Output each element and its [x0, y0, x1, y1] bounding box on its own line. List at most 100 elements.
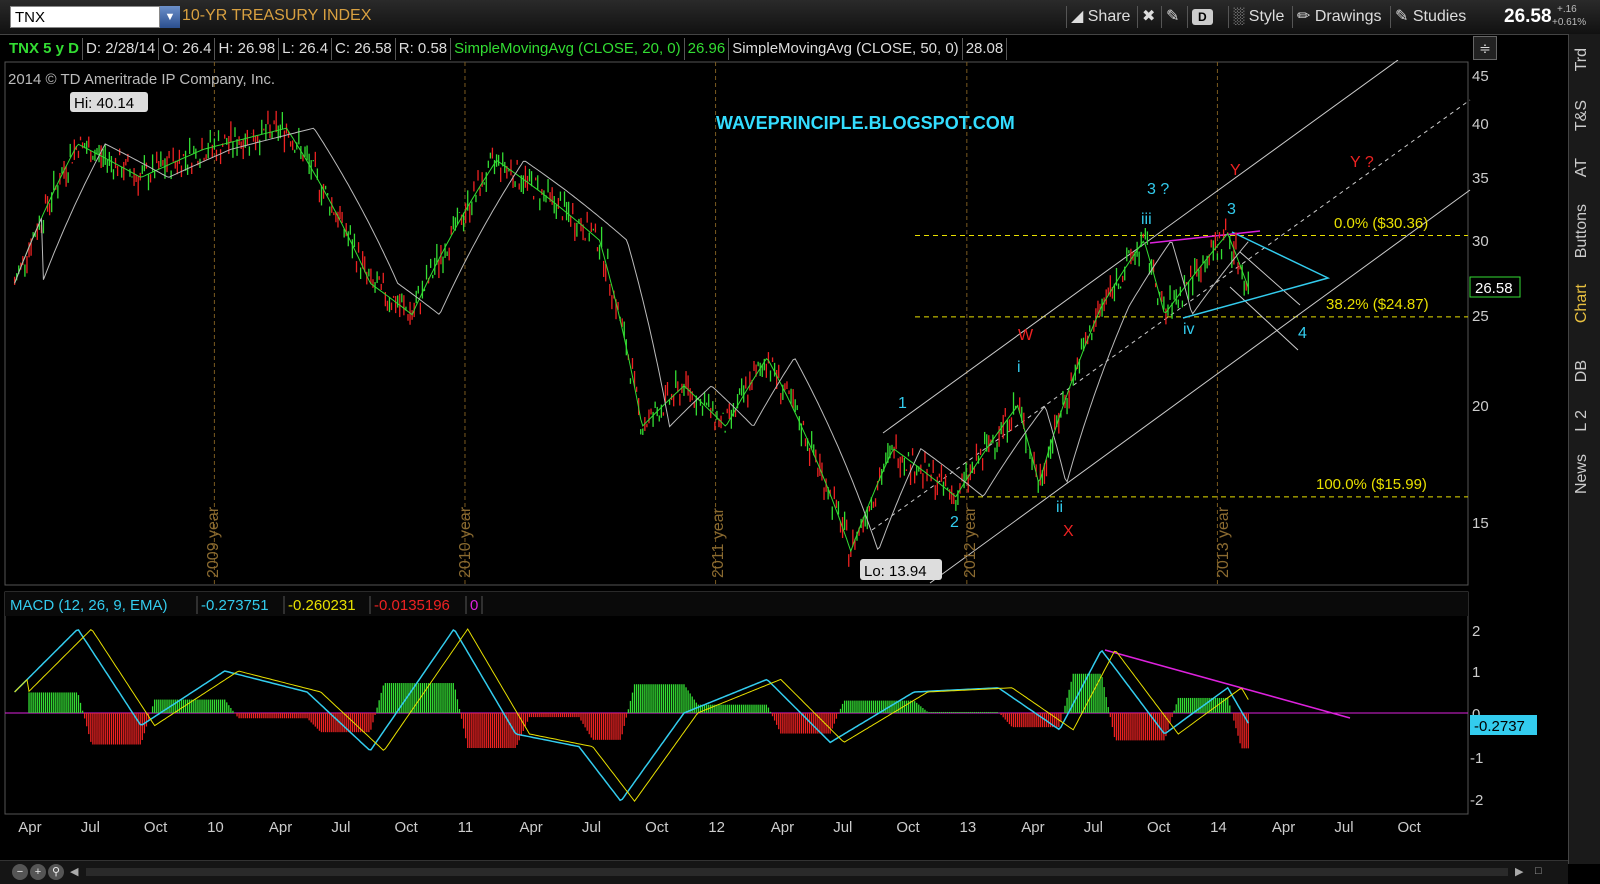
sma20-value: 26.96	[685, 38, 730, 60]
macd-current-tag: -0.2737	[1474, 718, 1525, 735]
wave-label: iv	[1183, 321, 1195, 338]
chart-canvas[interactable]: 45 40 35 30 25 20 15 26.58 2 1 0 -1 -2 -…	[0, 60, 1568, 860]
studies-button[interactable]: ✎ Studies	[1390, 6, 1470, 28]
zoom-out-button[interactable]: −	[12, 864, 28, 880]
drawings-button[interactable]: ✏ Drawings	[1292, 6, 1386, 28]
wrench-icon: ✎	[1166, 8, 1180, 25]
macd-header: MACD (12, 26, 9, EMA) -0.273751 -0.26023…	[10, 596, 483, 614]
time-tick: 10	[207, 819, 224, 836]
time-tick: 12	[708, 819, 725, 836]
macd-value-line	[14, 628, 1249, 802]
time-tick: Oct	[1398, 819, 1422, 836]
horizontal-scrollbar[interactable]	[86, 868, 1508, 876]
header-high: H: 26.98	[215, 38, 280, 60]
time-tick: Jul	[1334, 819, 1353, 836]
arrow-left-icon: ◀	[70, 866, 79, 878]
wave-label: Y ?	[1350, 154, 1374, 171]
price-tick: 35	[1472, 170, 1489, 187]
wave-label: X	[1063, 523, 1074, 540]
symbol-dropdown-button[interactable]: ▼	[160, 6, 180, 28]
expand-button[interactable]: □	[1535, 865, 1542, 877]
share-button[interactable]: ◢ Share	[1066, 6, 1134, 28]
header-open: O: 26.4	[159, 38, 216, 60]
price-tick: 15	[1472, 515, 1489, 532]
time-tick: Oct	[144, 819, 168, 836]
triangle-lines	[1182, 231, 1331, 319]
scroll-right-button[interactable]: ▶	[1515, 865, 1523, 878]
drawings-label: Drawings	[1314, 8, 1382, 25]
fib-label-100: 100.0% ($15.99)	[1316, 476, 1427, 493]
tab-chart[interactable]: Chart	[1573, 284, 1591, 323]
hi-label: Hi: 40.14	[74, 95, 134, 112]
macd-zero-value: 0	[470, 597, 478, 614]
fib-label-38: 38.2% ($24.87)	[1326, 296, 1429, 313]
chart-settings-button[interactable]: ≑	[1473, 36, 1497, 60]
header-low: L: 26.4	[279, 38, 333, 60]
tab-level2[interactable]: L 2	[1573, 410, 1591, 432]
year-labels: 2009 year 2010 year 2011 year 2012 year …	[205, 506, 1232, 578]
magnifier-icon: ⚲	[51, 866, 61, 878]
style-button[interactable]: ░ Style	[1228, 6, 1288, 28]
tab-active-trader[interactable]: AT	[1573, 158, 1591, 177]
time-tick: Apr	[771, 819, 794, 836]
wave-label: i	[1017, 359, 1021, 376]
channel-mid-line	[871, 99, 1471, 531]
sma50-label[interactable]: SimpleMovingAvg (CLOSE, 50, 0)	[729, 38, 963, 60]
style-label: Style	[1248, 8, 1285, 25]
sma20-label[interactable]: SimpleMovingAvg (CLOSE, 20, 0)	[451, 38, 685, 60]
zoom-in-button[interactable]: +	[30, 864, 46, 880]
percent-change: +0.61%	[1552, 17, 1587, 28]
index-name: 10-YR TREASURY INDEX	[182, 7, 372, 24]
tab-buttons[interactable]: Buttons	[1573, 204, 1591, 258]
price-axis: 45 40 35 30 25 20 15	[1472, 68, 1489, 532]
time-tick: 14	[1210, 819, 1227, 836]
macd-avg-line	[14, 628, 1249, 803]
time-tick: Jul	[81, 819, 100, 836]
chart-period[interactable]: TNX 5 y D	[6, 38, 84, 60]
triangle-pattern	[1149, 230, 1331, 319]
magnifier-button[interactable]: ⚲	[48, 864, 64, 880]
fibonacci-levels	[915, 234, 1468, 498]
macd-value: -0.273751	[201, 597, 269, 614]
time-axis: Apr Jul Oct 10 Apr Jul Oct 11 Apr Jul Oct 12 Apr Jul O…	[18, 819, 1421, 836]
wave-label: Y	[1230, 162, 1241, 179]
year-label-2011: 2011 year	[710, 507, 727, 578]
macd-tick: 1	[1472, 664, 1480, 681]
last-price: 26.58	[1504, 6, 1552, 27]
wave-label: 2	[950, 514, 959, 531]
fib-label-0: 0.0% ($30.36)	[1334, 215, 1428, 232]
toolbox-button[interactable]: ✖	[1137, 6, 1161, 28]
share-label: Share	[1087, 8, 1131, 25]
scroll-left-button[interactable]: ◀	[70, 865, 78, 878]
macd-tick: -2	[1470, 792, 1483, 809]
lo-label: Lo: 13.94	[864, 563, 927, 580]
price-bars	[13, 110, 1249, 567]
price-tick: 25	[1472, 308, 1489, 325]
tab-db[interactable]: DB	[1573, 360, 1591, 382]
net-change: +.16	[1557, 4, 1577, 15]
studies-icon: ✎	[1395, 8, 1413, 25]
line-chart-icon: ≑	[1479, 40, 1491, 56]
tab-news[interactable]: News	[1573, 454, 1591, 494]
aggregation-button[interactable]: D	[1187, 6, 1221, 28]
wave-labels: 1 2 i ii iii iv 3 ? 3 4 W X Y Y ?	[898, 154, 1374, 540]
tab-trade[interactable]: Trd	[1573, 48, 1591, 71]
price-tick: 20	[1472, 398, 1489, 415]
bars-icon: ░	[1233, 8, 1249, 25]
side-panel-tabs: Trd T&S AT Buttons Chart DB L 2 News	[1568, 34, 1600, 864]
time-tick: Apr	[519, 819, 542, 836]
year-label-2012: 2012 year	[962, 506, 979, 578]
symbol-input[interactable]: TNX	[10, 6, 160, 28]
year-label-2013: 2013 year	[1215, 506, 1232, 578]
zoom-in-icon: +	[34, 866, 42, 878]
arrow-right-icon: ▶	[1515, 866, 1524, 878]
header-range: R: 0.58	[396, 38, 452, 60]
tab-time-and-sales[interactable]: T&S	[1573, 100, 1591, 131]
macd-histogram	[28, 673, 1249, 749]
macd-label[interactable]: MACD (12, 26, 9, EMA)	[10, 597, 168, 614]
wrench-button[interactable]: ✎	[1161, 6, 1185, 28]
macd-tick: -1	[1470, 750, 1483, 767]
current-price-tag: 26.58	[1475, 280, 1513, 297]
macd-diff-value: -0.0135196	[374, 597, 450, 614]
time-tick: Oct	[896, 819, 920, 836]
